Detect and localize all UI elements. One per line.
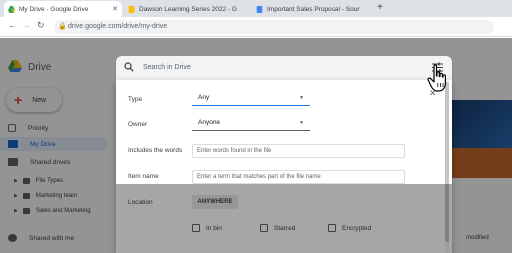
slides-favicon-icon	[128, 5, 135, 13]
dropdown-arrow-icon: ▼	[299, 120, 304, 126]
tab-title: My Drive - Google Drive	[19, 5, 89, 13]
tab-title: Important Sales Proposal - Sour	[267, 5, 360, 13]
search-input[interactable]: Search in Drive	[143, 64, 191, 71]
lock-icon: 🔒	[58, 23, 67, 30]
owner-select[interactable]: Anyone ▼	[192, 116, 310, 131]
item-name-input[interactable]: Enter a term that matches part of the fi…	[192, 170, 405, 184]
item-name-placeholder: Enter a term that matches part of the fi…	[197, 174, 321, 180]
includes-words-input[interactable]: Enter words found in the file	[192, 144, 405, 158]
item-name-label: Item name	[128, 173, 159, 180]
search-icon[interactable]	[124, 62, 134, 72]
type-value: Any	[198, 94, 210, 101]
address-bar[interactable]: 🔒 drive.google.com/drive/my-drive	[54, 20, 494, 34]
tab-dawson-learning[interactable]: Dawson Learning Series 2022 - G	[124, 1, 248, 17]
search-bar[interactable]: Search in Drive	[116, 56, 452, 80]
owner-value: Anyone	[198, 119, 221, 126]
type-label: Type	[128, 96, 143, 103]
tab-title: Dawson Learning Series 2022 - G	[139, 5, 237, 13]
browser-toolbar: ← → ↻ 🔒 drive.google.com/drive/my-drive	[0, 17, 512, 37]
tab-my-drive[interactable]: My Drive - Google Drive ✕	[4, 1, 122, 17]
new-tab-button[interactable]: +	[377, 2, 383, 13]
close-tab-icon[interactable]: ✕	[108, 5, 118, 13]
drive-favicon-icon	[8, 5, 15, 13]
tab-important-sales[interactable]: Important Sales Proposal - Sour	[252, 1, 370, 17]
includes-words-placeholder: Enter words found in the file	[197, 148, 272, 154]
back-icon[interactable]: ←	[8, 20, 17, 30]
docs-favicon-icon	[256, 5, 263, 13]
hand-cursor-icon	[427, 64, 446, 92]
owner-label: Owner	[128, 121, 148, 128]
browser-tab-bar: My Drive - Google Drive ✕ Dawson Learnin…	[0, 0, 512, 17]
reload-icon[interactable]: ↻	[37, 20, 45, 31]
url-text: drive.google.com/drive/my-drive	[68, 23, 168, 30]
type-select[interactable]: Any ▼	[192, 91, 310, 106]
includes-words-label: Includes the words	[128, 147, 183, 154]
lower-dim-region	[116, 184, 452, 253]
forward-icon[interactable]: →	[22, 20, 31, 30]
dropdown-arrow-icon: ▼	[299, 95, 304, 101]
